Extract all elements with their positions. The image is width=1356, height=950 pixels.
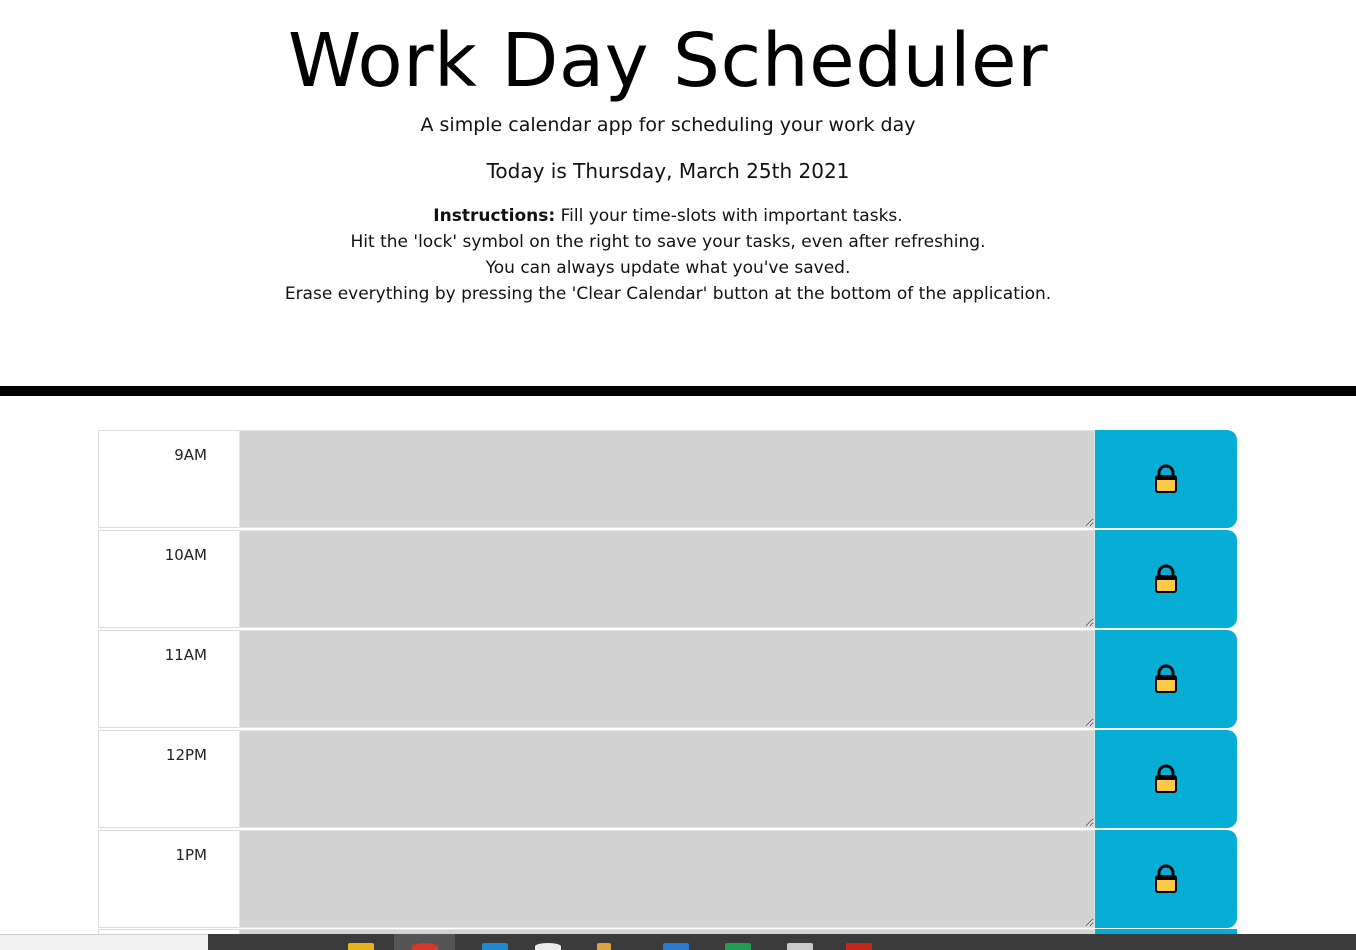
lock-icon [1155, 764, 1177, 793]
os-taskbar [0, 934, 1356, 950]
task-input[interactable] [239, 730, 1095, 828]
file-explorer-icon[interactable] [348, 943, 374, 950]
hour-label-cell: 9AM [98, 430, 239, 528]
save-button[interactable] [1095, 830, 1237, 928]
save-button[interactable] [1095, 430, 1237, 528]
current-date: Today is Thursday, March 25th 2021 [486, 159, 850, 183]
time-block: 10AM [98, 530, 1237, 628]
sheets-icon[interactable] [725, 943, 751, 950]
time-block: 11AM [98, 630, 1237, 728]
task-input[interactable] [239, 630, 1095, 728]
hour-label: 10AM [164, 546, 207, 564]
task-input[interactable] [239, 530, 1095, 628]
lock-icon [1155, 864, 1177, 893]
pdf-icon[interactable] [846, 943, 872, 950]
jumbotron-header: Work Day Scheduler A simple calendar app… [0, 0, 1356, 386]
hour-label-cell: 1PM [98, 830, 239, 928]
taskbar-search-box[interactable] [0, 934, 208, 950]
save-button[interactable] [1095, 530, 1237, 628]
paint-icon[interactable] [597, 943, 611, 950]
hour-label: 12PM [165, 746, 207, 764]
page-title: Work Day Scheduler [287, 18, 1049, 104]
save-button[interactable] [1095, 730, 1237, 828]
save-button[interactable] [1095, 630, 1237, 728]
instructions-label: Instructions: [433, 206, 556, 226]
hour-label: 1PM [175, 846, 207, 864]
lock-icon [1155, 564, 1177, 593]
instructions-line-4: Erase everything by pressing the 'Clear … [284, 284, 1052, 304]
app-icon[interactable] [535, 943, 561, 950]
lock-icon [1155, 464, 1177, 493]
lock-icon [1155, 664, 1177, 693]
notes-icon[interactable] [787, 943, 813, 950]
time-block: 9AM [98, 430, 1237, 528]
instructions-line-3: You can always update what you've saved. [485, 258, 851, 278]
hour-label-cell: 10AM [98, 530, 239, 628]
task-input[interactable] [239, 830, 1095, 928]
instructions-line-1: Instructions: Fill your time-slots with … [0, 203, 1336, 229]
header-divider [0, 386, 1356, 396]
instructions-line-2: Hit the 'lock' symbol on the right to sa… [350, 232, 986, 252]
hour-label-cell: 12PM [98, 730, 239, 828]
hour-label: 9AM [174, 446, 207, 464]
time-block: 1PM [98, 830, 1237, 928]
chrome-icon[interactable] [412, 943, 438, 950]
instructions-text-1: Fill your time-slots with important task… [555, 206, 903, 226]
task-input[interactable] [239, 430, 1095, 528]
page: Work Day Scheduler A simple calendar app… [0, 0, 1356, 950]
hour-label-cell: 11AM [98, 630, 239, 728]
mail-icon[interactable] [663, 943, 689, 950]
vscode-icon[interactable] [482, 943, 508, 950]
hour-label: 11AM [164, 646, 207, 664]
page-subtitle: A simple calendar app for scheduling you… [420, 114, 916, 136]
instructions: Instructions: Fill your time-slots with … [0, 203, 1336, 307]
time-block: 12PM [98, 730, 1237, 828]
